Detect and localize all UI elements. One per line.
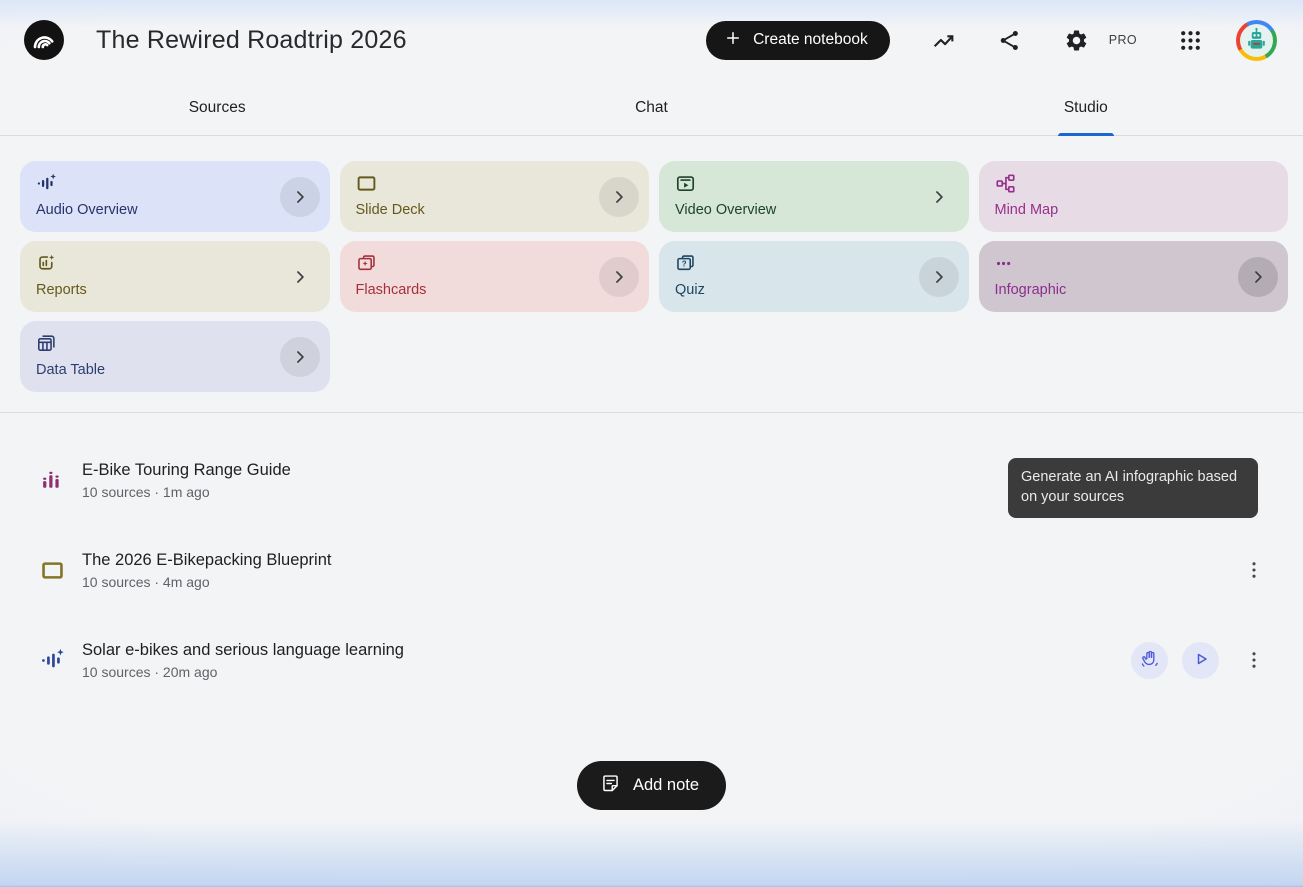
play-button[interactable] — [1182, 642, 1219, 679]
footer: Add note — [0, 761, 1303, 810]
tool-card-flashcards[interactable]: Flashcards — [340, 241, 650, 312]
notebooklm-page: The Rewired Roadtrip 2026 Create noteboo… — [0, 0, 1303, 887]
tool-card-audio-overview[interactable]: Audio Overview — [20, 161, 330, 232]
artifact-meta: 10 sources · 20m ago — [82, 664, 404, 680]
studio-panel: Audio Overview Slide Deck Video Overvi — [0, 136, 1303, 392]
settings-button[interactable] — [1063, 20, 1090, 60]
tool-label: Data Table — [36, 362, 314, 378]
tool-card-infographic[interactable]: Infographic — [979, 241, 1289, 312]
add-note-button[interactable]: Add note — [577, 761, 726, 810]
tab-studio[interactable]: Studio — [869, 80, 1303, 135]
more-options-button[interactable] — [1241, 640, 1267, 680]
audio-waveform-sparkle-icon — [40, 648, 66, 673]
artifact-actions — [1233, 550, 1267, 590]
tool-label: Quiz — [675, 282, 953, 298]
infographic-tooltip: Generate an AI infographic based on your… — [1008, 458, 1258, 518]
tool-card-quiz[interactable]: ? Quiz — [659, 241, 969, 312]
studio-tool-grid: Audio Overview Slide Deck Video Overvi — [20, 161, 1288, 392]
tool-label: Audio Overview — [36, 202, 314, 218]
tool-label: Mind Map — [995, 202, 1273, 218]
create-notebook-button[interactable]: Create notebook — [706, 21, 890, 60]
share-button[interactable] — [997, 20, 1022, 60]
chevron-right-icon[interactable] — [599, 177, 639, 217]
add-note-label: Add note — [633, 776, 699, 795]
artifact-list: E-Bike Touring Range Guide 10 sources · … — [0, 413, 1303, 705]
tab-sources[interactable]: Sources — [0, 80, 434, 135]
bar-chart-icon — [40, 468, 66, 493]
artifact-title: E-Bike Touring Range Guide — [82, 461, 291, 480]
artifact-actions — [1131, 640, 1267, 680]
svg-text:?: ? — [682, 260, 687, 269]
tool-card-mind-map[interactable]: Mind Map — [979, 161, 1289, 232]
tool-label: Video Overview — [675, 202, 953, 218]
robot-avatar-icon — [1240, 24, 1273, 57]
artifact-text: Solar e-bikes and serious language learn… — [82, 641, 404, 680]
header: The Rewired Roadtrip 2026 Create noteboo… — [0, 0, 1303, 80]
slide-frame-icon — [356, 173, 634, 194]
tool-card-data-table[interactable]: Data Table — [20, 321, 330, 392]
header-actions: Create notebook PRO — [706, 20, 1277, 61]
chevron-right-icon[interactable] — [919, 177, 959, 217]
notebooklm-logo-icon[interactable] — [24, 20, 64, 60]
tab-bar: Sources Chat Studio — [0, 80, 1303, 136]
mind-map-icon — [995, 173, 1273, 194]
note-icon — [600, 773, 621, 799]
artifact-text: E-Bike Touring Range Guide 10 sources · … — [82, 461, 291, 500]
tool-card-video-overview[interactable]: Video Overview — [659, 161, 969, 232]
audio-waveform-sparkle-icon — [36, 173, 314, 194]
video-play-icon — [675, 173, 953, 194]
notebook-title: The Rewired Roadtrip 2026 — [96, 26, 407, 55]
chevron-right-icon[interactable] — [280, 257, 320, 297]
avatar[interactable] — [1236, 20, 1277, 61]
plus-icon — [724, 29, 742, 52]
chevron-right-icon[interactable] — [1238, 257, 1278, 297]
hand-icon — [1140, 649, 1160, 672]
tab-chat[interactable]: Chat — [434, 80, 868, 135]
tool-label: Slide Deck — [356, 202, 634, 218]
pro-badge: PRO — [1109, 33, 1137, 47]
tool-label: Flashcards — [356, 282, 634, 298]
artifact-title: The 2026 E-Bikepacking Blueprint — [82, 551, 331, 570]
quiz-cards-icon: ? — [675, 253, 953, 274]
tool-label: Reports — [36, 282, 314, 298]
chevron-right-icon[interactable] — [919, 257, 959, 297]
play-icon — [1191, 649, 1211, 672]
loading-dots-icon — [995, 253, 1273, 274]
artifact-row[interactable]: The 2026 E-Bikepacking Blueprint 10 sour… — [0, 525, 1303, 615]
interactive-mode-button[interactable] — [1131, 642, 1168, 679]
tool-card-slide-deck[interactable]: Slide Deck — [340, 161, 650, 232]
artifact-row[interactable]: Solar e-bikes and serious language learn… — [0, 615, 1303, 705]
more-options-button[interactable] — [1241, 550, 1267, 590]
chevron-right-icon[interactable] — [599, 257, 639, 297]
slide-frame-icon — [40, 558, 66, 583]
tool-label: Infographic — [995, 282, 1273, 298]
chevron-right-icon[interactable] — [280, 337, 320, 377]
artifact-title: Solar e-bikes and serious language learn… — [82, 641, 404, 660]
create-notebook-label: Create notebook — [753, 31, 868, 49]
chevron-right-icon[interactable] — [280, 177, 320, 217]
apps-grid-button[interactable] — [1178, 20, 1203, 60]
data-table-icon — [36, 333, 314, 354]
flashcards-star-icon — [356, 253, 634, 274]
report-sparkle-icon — [36, 253, 314, 274]
artifact-meta: 10 sources · 1m ago — [82, 484, 291, 500]
artifact-meta: 10 sources · 4m ago — [82, 574, 331, 590]
tool-card-reports[interactable]: Reports — [20, 241, 330, 312]
artifact-text: The 2026 E-Bikepacking Blueprint 10 sour… — [82, 551, 331, 590]
analytics-button[interactable] — [931, 20, 956, 60]
